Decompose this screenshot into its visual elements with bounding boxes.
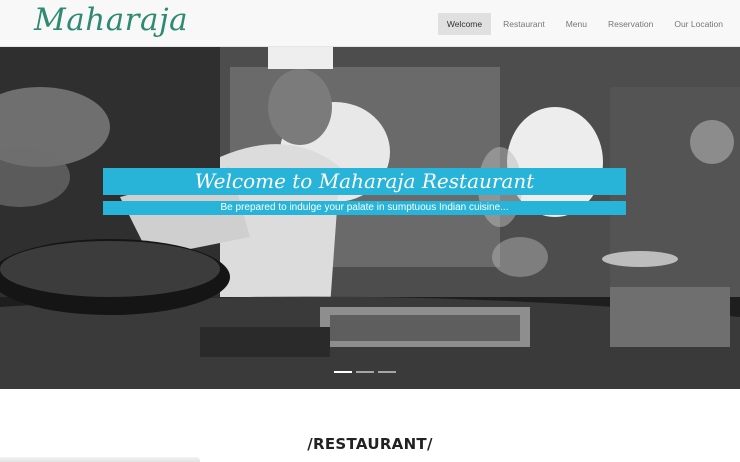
carousel-indicator-3[interactable] — [378, 371, 396, 373]
hero-subtitle: Be prepared to indulge your palate in su… — [103, 201, 626, 215]
hero-photo — [0, 47, 740, 389]
carousel-indicators — [334, 371, 396, 373]
section-title: /RESTAURANT/ — [307, 435, 433, 453]
brand-logo[interactable]: Maharaja — [34, 2, 188, 38]
carousel-indicator-2[interactable] — [356, 371, 374, 373]
nav-item-welcome[interactable]: Welcome — [437, 13, 492, 35]
bottom-widget-shadow — [0, 457, 200, 462]
main-nav: Welcome Restaurant Menu Reservation Our … — [435, 13, 732, 35]
hero-title: Welcome to Maharaja Restaurant — [103, 168, 626, 195]
carousel-indicator-1[interactable] — [334, 371, 352, 373]
nav-item-our-location[interactable]: Our Location — [665, 13, 732, 35]
nav-item-menu[interactable]: Menu — [557, 13, 596, 35]
nav-item-restaurant[interactable]: Restaurant — [494, 13, 554, 35]
navbar: Maharaja Welcome Restaurant Menu Reserva… — [0, 0, 740, 47]
hero-carousel[interactable]: Welcome to Maharaja Restaurant Be prepar… — [0, 47, 740, 389]
nav-item-reservation[interactable]: Reservation — [599, 13, 662, 35]
